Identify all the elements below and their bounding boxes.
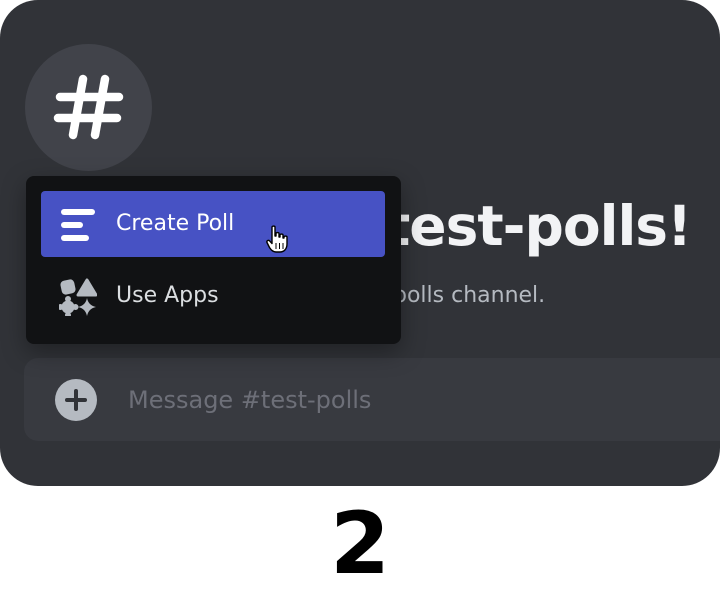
plus-circle-icon — [65, 389, 87, 411]
hand-pointer-icon — [266, 225, 288, 253]
channel-welcome-card: test-polls! polls channel. Create Poll — [0, 0, 720, 486]
poll-icon — [61, 209, 95, 241]
step-number: 2 — [330, 494, 390, 594]
hash-icon — [53, 74, 124, 140]
apps-icon — [59, 278, 97, 316]
channel-avatar — [25, 44, 152, 171]
use-apps-label: Use Apps — [116, 283, 219, 308]
message-composer — [24, 358, 720, 441]
message-input[interactable] — [128, 378, 688, 422]
welcome-subtitle: polls channel. — [393, 283, 546, 308]
use-apps-menu-item[interactable]: Use Apps — [41, 263, 385, 329]
create-poll-menu-item[interactable]: Create Poll — [41, 191, 385, 257]
welcome-title: test-polls! — [384, 194, 692, 258]
create-poll-label: Create Poll — [116, 211, 235, 236]
attachment-popup-menu: Create Poll Use Apps — [26, 176, 401, 344]
add-attachment-button[interactable] — [55, 379, 97, 421]
